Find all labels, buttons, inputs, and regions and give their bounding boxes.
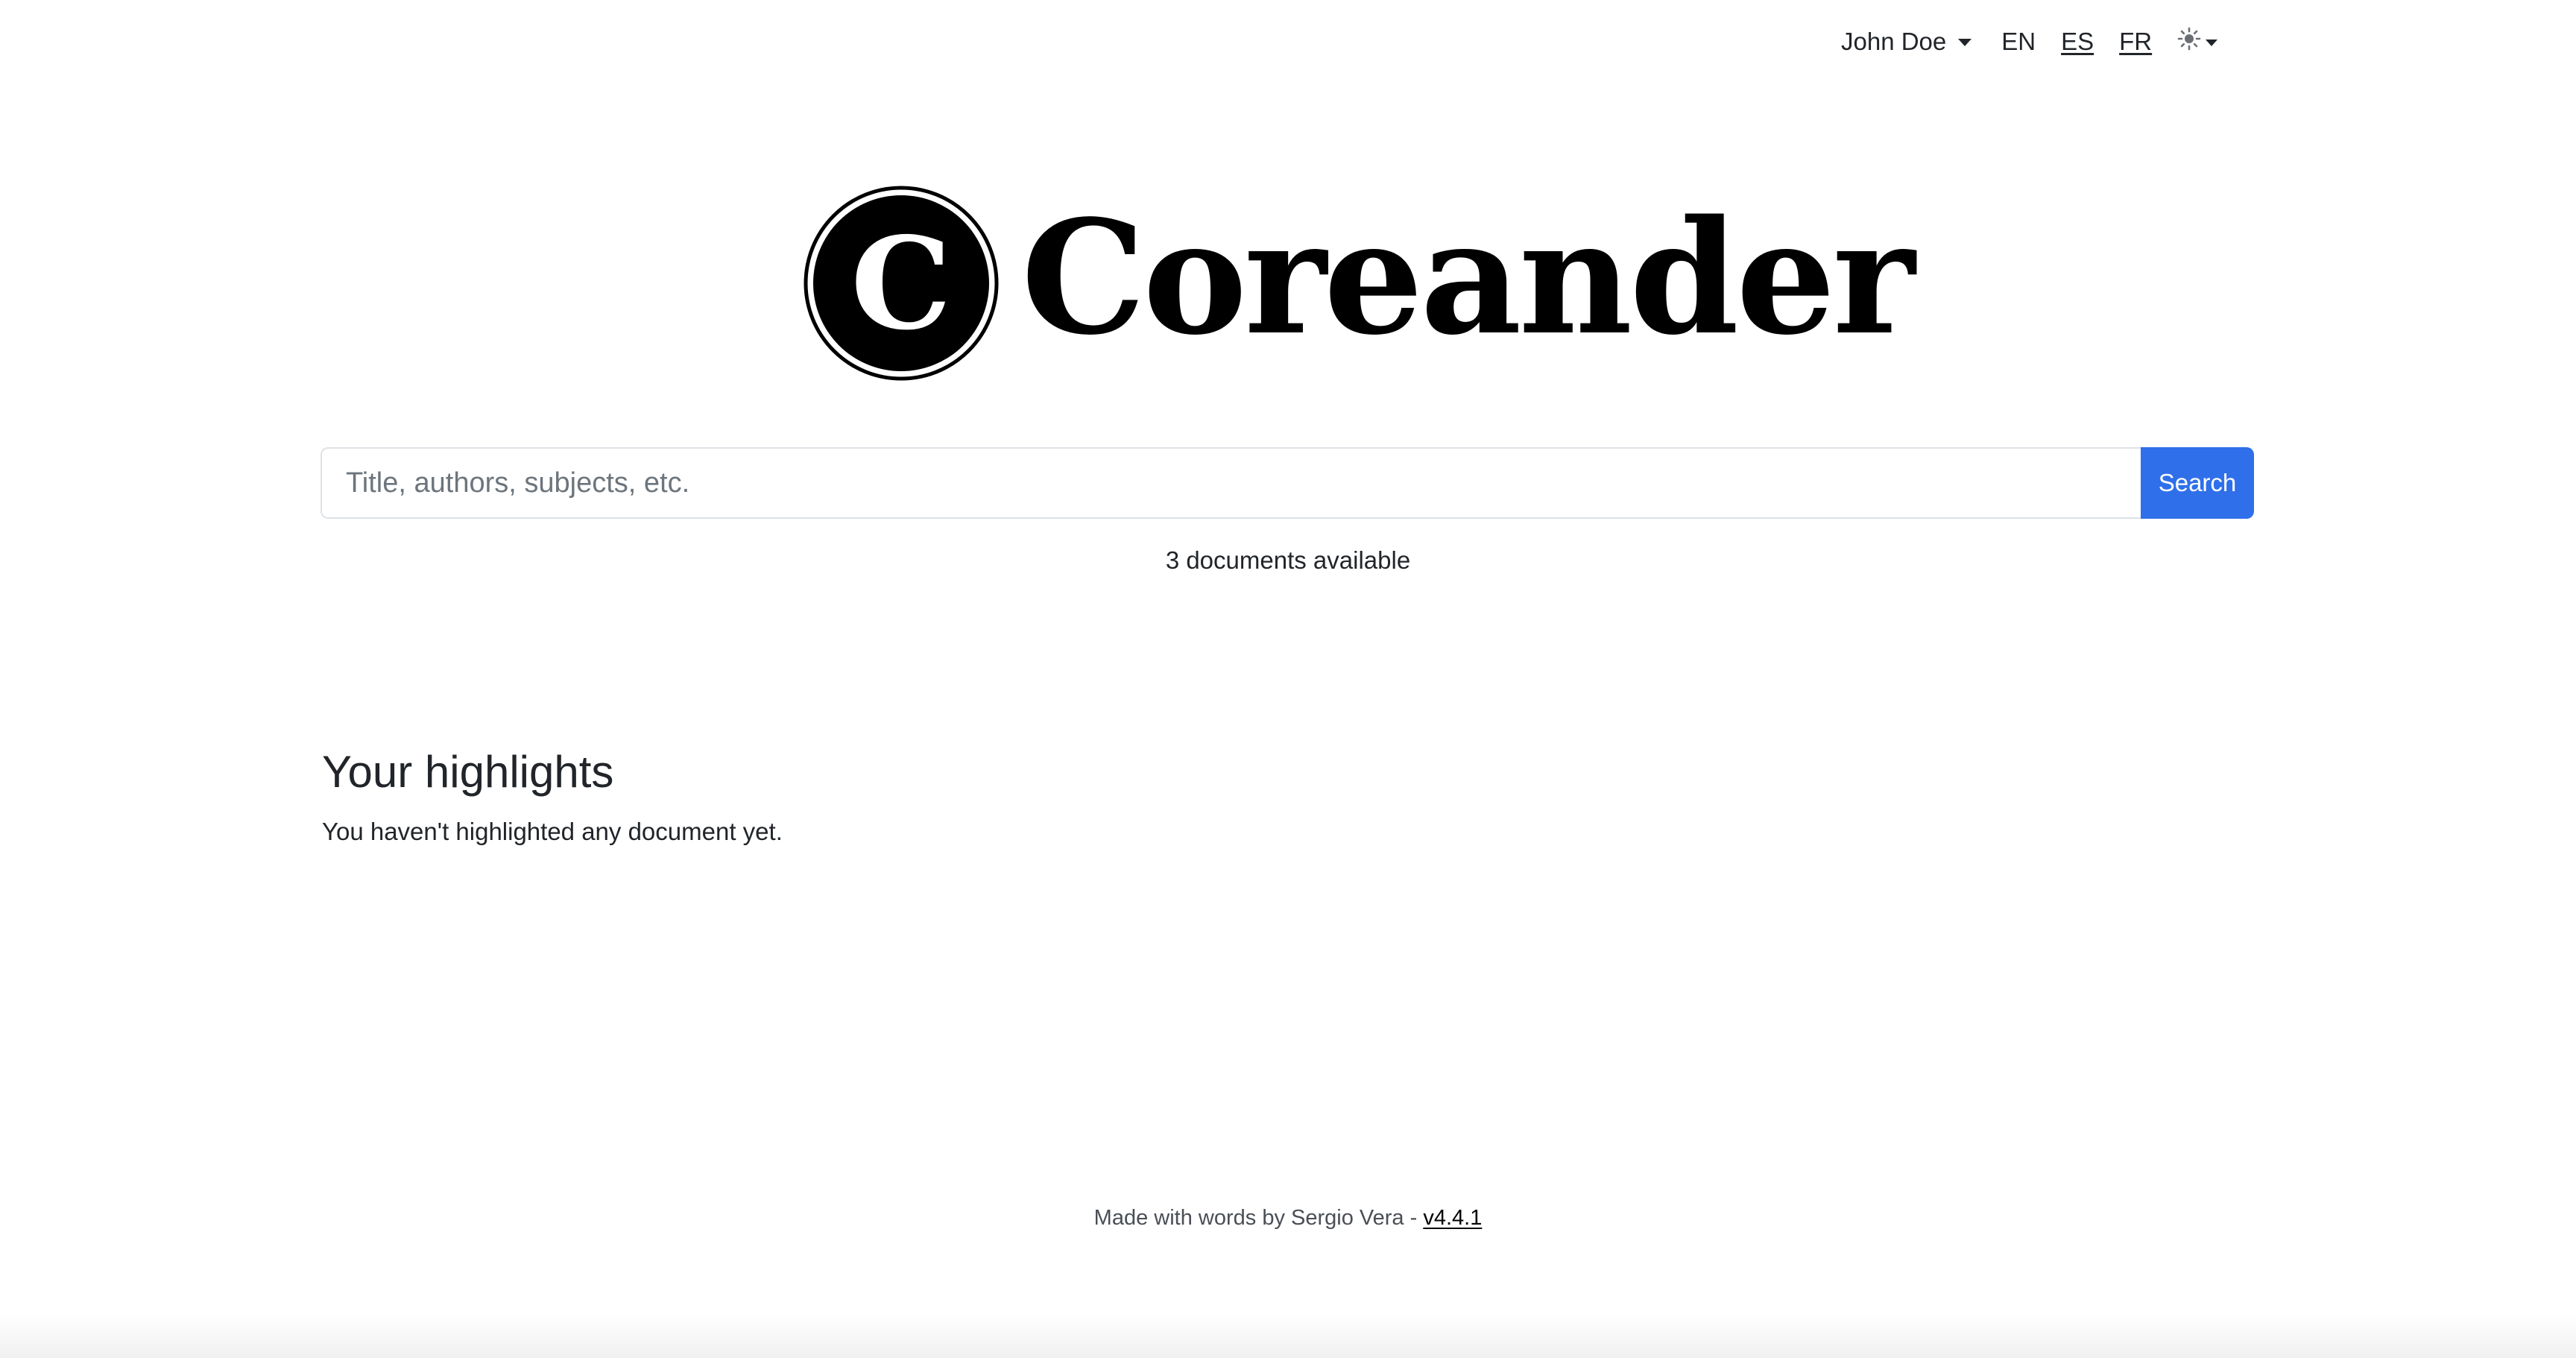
- version-link[interactable]: v4.4.1: [1423, 1206, 1482, 1230]
- footer: Made with words by Sergio Vera - v4.4.1: [0, 1206, 2576, 1231]
- language-link-es[interactable]: ES: [2061, 28, 2094, 56]
- language-link-fr[interactable]: FR: [2119, 28, 2152, 56]
- top-navigation: John Doe EN ES FR: [1841, 22, 2218, 61]
- logo-wordmark: Coreander: [1021, 186, 1915, 370]
- search-input[interactable]: [321, 447, 2141, 519]
- search-button[interactable]: Search: [2141, 447, 2254, 519]
- theme-toggle-dropdown[interactable]: [2177, 27, 2218, 57]
- logo-letter: C: [850, 209, 951, 359]
- user-name: John Doe: [1841, 28, 1947, 55]
- language-link-en[interactable]: EN: [2001, 28, 2036, 56]
- coreander-logo[interactable]: C Coreander: [804, 186, 1915, 381]
- chevron-down-icon: [2206, 39, 2218, 46]
- search-form: Search: [321, 447, 2254, 519]
- highlights-heading: Your highlights: [322, 747, 614, 797]
- logo-circle-mark: C: [804, 186, 999, 381]
- highlights-empty-message: You haven't highlighted any document yet…: [322, 818, 783, 845]
- chevron-down-icon: [1958, 39, 1972, 46]
- page: John Doe EN ES FR C Coreander Title, aut…: [0, 0, 2576, 1358]
- documents-available-count: 3 documents available: [1165, 546, 1411, 574]
- bottom-shadow: [0, 1313, 2576, 1358]
- footer-credit: Made with words by Sergio Vera -: [1093, 1206, 1424, 1230]
- user-menu-dropdown[interactable]: John Doe: [1841, 28, 1972, 56]
- sun-icon: [2177, 27, 2201, 57]
